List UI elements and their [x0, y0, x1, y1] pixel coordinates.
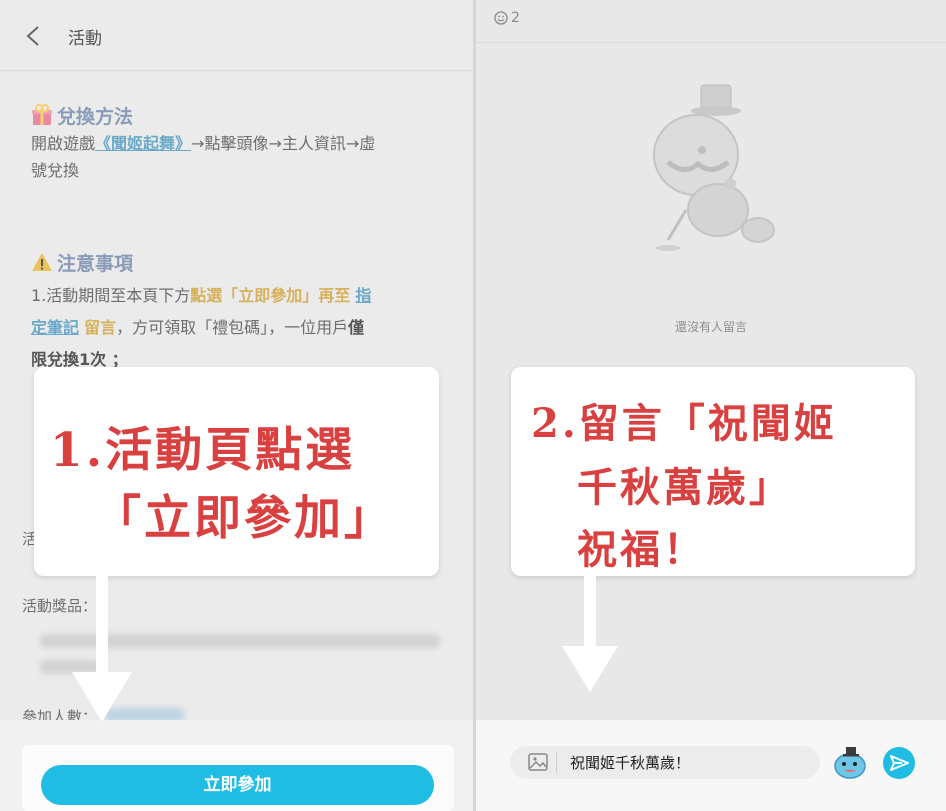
notice-text-1: 1.活動期間至本頁下方: [31, 286, 191, 305]
exchange-text-1: 開啟遊戲: [31, 134, 96, 153]
exchange-section-title: 兌換方法: [31, 102, 133, 129]
exchange-text-2: →點擊頭像→主人資訊→虛: [191, 134, 376, 153]
activity-header: 活動: [0, 0, 476, 71]
notice-text: 1.活動期間至本頁下方點選「立即參加」再至 指 定筆記 留言，方可領取「禮包碼」…: [31, 280, 451, 376]
notice-section-title: 注意事項: [31, 249, 133, 276]
notice-text-2: ，方可領取「禮包碼」，一位用戶: [116, 318, 349, 337]
empty-mascot-icon: [653, 84, 775, 251]
step2-text-line1: 2.留言「祝聞姬: [531, 400, 837, 447]
sticker-mascot-icon[interactable]: [832, 744, 868, 780]
warning-icon: [32, 253, 52, 271]
join-now-button[interactable]: 立即參加: [41, 765, 434, 805]
game-link[interactable]: 《聞姬起舞》: [95, 134, 191, 153]
step2-callout: 2.留言「祝聞姬 千秋萬歲」 祝福！: [511, 367, 915, 576]
reaction-count: 2: [511, 10, 520, 26]
page-title: 活動: [68, 29, 102, 49]
notice-title-text: 注意事項: [57, 253, 134, 275]
notice-strong-1: 僅: [348, 318, 365, 337]
send-icon[interactable]: [882, 746, 916, 780]
step1-text-line2: 「立即參加」: [94, 491, 394, 546]
back-arrow-icon[interactable]: [26, 26, 40, 46]
comment-input-value[interactable]: 祝聞姬千秋萬歲！: [570, 752, 690, 773]
comment-topbar: 2: [476, 0, 946, 43]
notice-highlight-1: 點選「立即參加」再至: [190, 286, 351, 305]
empty-comments-text: 還沒有人留言: [674, 320, 747, 334]
image-upload-icon[interactable]: [528, 753, 548, 771]
step2-down-arrow-icon: [562, 574, 618, 692]
exchange-instructions: 開啟遊戲《聞姬起舞》→點擊頭像→主人資訊→虛 號兌換: [31, 130, 451, 184]
gift-icon: [32, 104, 52, 125]
notice-highlight-2: 留言: [84, 318, 117, 337]
step1-down-arrow-icon: [72, 574, 132, 722]
note-link-2[interactable]: 定筆記: [31, 318, 79, 337]
exchange-title-text: 兌換方法: [57, 106, 134, 128]
input-divider: [556, 752, 557, 773]
step2-text-line3: 祝福！: [577, 526, 706, 573]
step1-text-line1: 1.活動頁點選: [50, 423, 356, 478]
step2-text-line2: 千秋萬歲」: [577, 464, 792, 511]
note-link-1[interactable]: 指: [355, 286, 371, 305]
exchange-text-3: 號兌換: [31, 161, 80, 180]
smile-icon[interactable]: [494, 11, 508, 25]
step1-callout: 1.活動頁點選 「立即參加」: [34, 367, 439, 576]
